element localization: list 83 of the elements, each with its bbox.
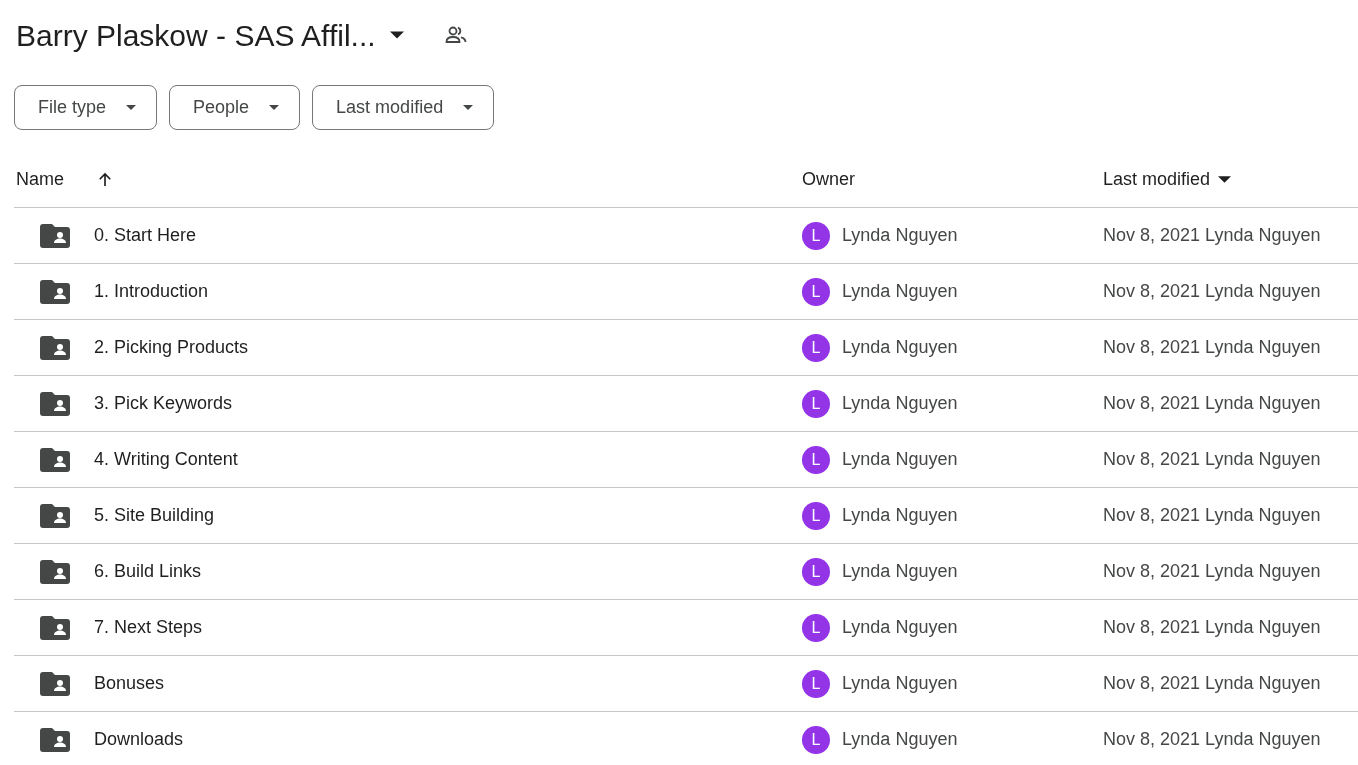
owner-name: Lynda Nguyen bbox=[842, 336, 958, 359]
owner-avatar: L bbox=[802, 557, 830, 586]
shared-folder-icon bbox=[40, 615, 70, 640]
shared-folder-icon bbox=[40, 727, 70, 752]
folder-row[interactable]: Bonuses L Lynda Nguyen Nov 8, 2021 Lynda Nguyen bbox=[14, 656, 1358, 712]
filter-dropdown[interactable]: File type bbox=[14, 85, 158, 130]
folder-name: Bonuses bbox=[94, 672, 165, 695]
modified-by: Lynda Nguyen bbox=[1205, 728, 1321, 751]
modified-date: Nov 8, 2021 bbox=[1103, 336, 1201, 359]
modified-date: Nov 8, 2021 bbox=[1103, 280, 1201, 303]
modified-by: Lynda Nguyen bbox=[1205, 224, 1321, 247]
owner-avatar: L bbox=[802, 613, 830, 642]
caret-icon bbox=[269, 105, 280, 110]
shared-folder-icon bbox=[40, 279, 70, 304]
filter-dropdown[interactable]: People bbox=[169, 85, 301, 130]
modified-by: Lynda Nguyen bbox=[1205, 448, 1321, 471]
modified-by: Lynda Nguyen bbox=[1205, 560, 1321, 583]
folder-name: 4. Writing Content bbox=[94, 448, 238, 471]
filter-dropdown[interactable]: Last modified bbox=[312, 85, 495, 130]
owner-avatar: L bbox=[802, 221, 830, 250]
owner-name: Lynda Nguyen bbox=[842, 728, 958, 751]
folder-name: 3. Pick Keywords bbox=[94, 392, 233, 415]
owner-name: Lynda Nguyen bbox=[842, 504, 958, 527]
modified-date: Nov 8, 2021 bbox=[1103, 224, 1201, 247]
modified-date: Nov 8, 2021 bbox=[1103, 616, 1201, 639]
modified-date: Nov 8, 2021 bbox=[1103, 448, 1201, 471]
shared-folder-icon bbox=[40, 503, 70, 528]
owner-name: Lynda Nguyen bbox=[842, 672, 958, 695]
caret-icon bbox=[126, 105, 137, 110]
modified-by: Lynda Nguyen bbox=[1205, 280, 1321, 303]
column-header[interactable]: Last modified bbox=[1103, 166, 1211, 193]
owner-avatar: L bbox=[802, 669, 830, 698]
folder-name: 5. Site Building bbox=[94, 504, 215, 527]
owner-avatar: L bbox=[802, 445, 830, 474]
owner-name: Lynda Nguyen bbox=[842, 616, 958, 639]
folder-name: 2. Picking Products bbox=[94, 336, 249, 359]
dropdown-caret-icon[interactable] bbox=[389, 31, 404, 39]
shared-folder-icon bbox=[40, 559, 70, 584]
modified-date: Nov 8, 2021 bbox=[1103, 560, 1201, 583]
modified-date: Nov 8, 2021 bbox=[1103, 392, 1201, 415]
owner-avatar: L bbox=[802, 277, 830, 306]
owner-name: Lynda Nguyen bbox=[842, 448, 958, 471]
folder-row[interactable]: Downloads L Lynda Nguyen Nov 8, 2021 Lynda Nguyen bbox=[14, 712, 1358, 765]
owner-name: Lynda Nguyen bbox=[842, 560, 958, 583]
folder-name: 1. Introduction bbox=[94, 280, 209, 303]
folder-name: Downloads bbox=[94, 728, 184, 751]
shared-folder-icon bbox=[40, 223, 70, 248]
shared-folder-icon bbox=[40, 447, 70, 472]
folder-row[interactable]: 1. Introduction L Lynda Nguyen Nov 8, 2021 Lynda Nguyen bbox=[14, 264, 1358, 320]
modified-by: Lynda Nguyen bbox=[1205, 336, 1321, 359]
caret-icon bbox=[463, 105, 474, 110]
modified-by: Lynda Nguyen bbox=[1205, 504, 1321, 527]
modified-by: Lynda Nguyen bbox=[1205, 672, 1321, 695]
owner-name: Lynda Nguyen bbox=[842, 224, 958, 247]
shared-folder-icon bbox=[40, 671, 70, 696]
folder-row[interactable]: 4. Writing Content L Lynda Nguyen Nov 8, 2021 Lynda Nguyen bbox=[14, 432, 1358, 488]
sort-up-arrow-icon[interactable] bbox=[96, 170, 114, 189]
shared-folder-icon bbox=[40, 335, 70, 360]
column-header[interactable]: Owner bbox=[802, 169, 855, 189]
owner-name: Lynda Nguyen bbox=[842, 280, 958, 303]
modified-date: Nov 8, 2021 bbox=[1103, 504, 1201, 527]
modified-by: Lynda Nguyen bbox=[1205, 616, 1321, 639]
owner-avatar: L bbox=[802, 501, 830, 530]
folder-row[interactable]: 6. Build Links L Lynda Nguyen Nov 8, 2021 Lynda Nguyen bbox=[14, 544, 1358, 600]
sort-down-caret-icon[interactable] bbox=[1218, 176, 1232, 183]
owner-avatar: L bbox=[802, 389, 830, 418]
column-header[interactable]: Name bbox=[16, 166, 64, 193]
folder-name: 7. Next Steps bbox=[94, 616, 203, 639]
modified-date: Nov 8, 2021 bbox=[1103, 672, 1201, 695]
folder-row[interactable]: 7. Next Steps L Lynda Nguyen Nov 8, 2021 Lynda Nguyen bbox=[14, 600, 1358, 656]
modified-by: Lynda Nguyen bbox=[1205, 392, 1321, 415]
folder-row[interactable]: 2. Picking Products L Lynda Nguyen Nov 8, 2021 Lynda Nguyen bbox=[14, 320, 1358, 376]
folder-name: 0. Start Here bbox=[94, 224, 197, 247]
shared-folder-icon bbox=[40, 391, 70, 416]
owner-name: Lynda Nguyen bbox=[842, 392, 958, 415]
modified-date: Nov 8, 2021 bbox=[1103, 728, 1201, 751]
folder-row[interactable]: 5. Site Building L Lynda Nguyen Nov 8, 2021 Lynda Nguyen bbox=[14, 488, 1358, 544]
folder-name: 6. Build Links bbox=[94, 560, 202, 583]
owner-avatar: L bbox=[802, 333, 830, 362]
owner-avatar: L bbox=[802, 725, 830, 754]
folder-row[interactable]: 0. Start Here L Lynda Nguyen Nov 8, 2021 Lynda Nguyen bbox=[14, 208, 1358, 264]
folder-row[interactable]: 3. Pick Keywords L Lynda Nguyen Nov 8, 2021 Lynda Nguyen bbox=[14, 376, 1358, 432]
folder-title[interactable]: Barry Plaskow - SAS Affil... bbox=[16, 12, 376, 58]
